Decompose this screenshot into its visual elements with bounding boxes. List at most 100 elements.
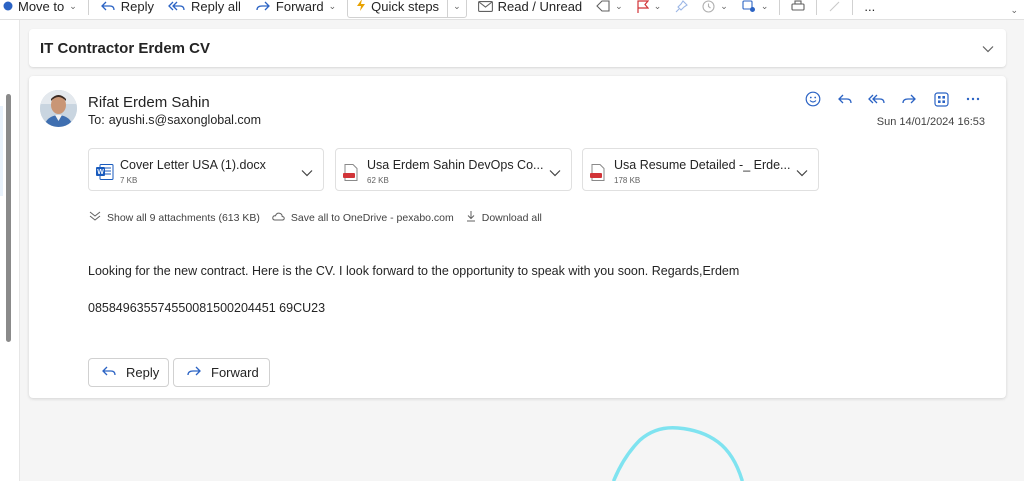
attachment-size: 7 KB xyxy=(120,176,138,185)
save-to-onedrive-link[interactable]: Save all to OneDrive - pexabo.com xyxy=(272,212,454,224)
reply-button[interactable]: Reply xyxy=(88,358,169,387)
envelope-icon xyxy=(477,0,493,12)
conversation-header: IT Contractor Erdem CV xyxy=(29,29,1006,67)
chevron-down-icon: ⌄ xyxy=(653,0,662,11)
attachment-card[interactable]: W Cover Letter USA (1).docx 7 KB xyxy=(88,148,324,191)
reply-icon[interactable] xyxy=(834,88,856,110)
emoji-react-icon[interactable] xyxy=(802,88,824,110)
attachment-name: Cover Letter USA (1).docx xyxy=(120,158,266,172)
reply-button-label: Reply xyxy=(126,365,160,380)
scribble-annotation xyxy=(612,426,744,481)
immersive-reader-button[interactable] xyxy=(821,0,848,19)
chevron-down-icon: ⌄ xyxy=(328,0,337,11)
message-code: 085849635574550081500204451 69CU23 xyxy=(88,301,326,315)
recipient-line: To: ayushi.s@saxonglobal.com xyxy=(88,113,261,127)
toolbar-divider xyxy=(779,0,781,15)
attachment-card[interactable]: Usa Erdem Sahin DevOps Co... 62 KB xyxy=(335,148,572,191)
toolbar-divider xyxy=(852,0,854,15)
attachment-card[interactable]: Usa Resume Detailed -_ Erde... 178 KB xyxy=(582,148,819,191)
collapse-chevron-icon[interactable] xyxy=(982,41,994,56)
reply-icon xyxy=(100,0,116,12)
attachment-name: Usa Erdem Sahin DevOps Co... xyxy=(367,158,544,172)
attachment-size: 178 KB xyxy=(614,176,641,185)
lightning-icon xyxy=(356,0,366,14)
more-label: ... xyxy=(864,0,876,14)
move-icon xyxy=(3,1,13,11)
download-all-label: Download all xyxy=(481,211,542,224)
scrollbar-thumb[interactable] xyxy=(6,94,11,342)
recipient-address[interactable]: ayushi.s@saxonglobal.com xyxy=(109,113,261,127)
move-to-button[interactable]: Move to ⌄ xyxy=(0,0,84,19)
show-all-attachments-link[interactable]: Show all 9 attachments (613 KB) xyxy=(89,211,260,224)
categorize-button[interactable]: ⌄ xyxy=(589,0,630,19)
more-actions-icon[interactable] xyxy=(962,88,984,110)
reply-icon xyxy=(101,365,117,380)
reply-label: Reply xyxy=(120,0,155,14)
chevron-down-icon[interactable] xyxy=(301,165,313,180)
avatar[interactable] xyxy=(40,90,77,127)
reply-all-toolbar-button[interactable]: Reply all xyxy=(161,0,248,19)
show-all-label: Show all 9 attachments (613 KB) xyxy=(107,211,260,224)
rules-button[interactable]: ⌄ xyxy=(735,0,776,19)
chevron-down-icon[interactable] xyxy=(796,165,808,180)
selected-item-highlight xyxy=(0,106,3,196)
message-body: Looking for the new contract. Here is th… xyxy=(88,264,740,278)
move-to-label: Move to xyxy=(18,0,65,14)
to-label: To: xyxy=(88,113,105,127)
chevron-down-icon: ⌄ xyxy=(760,0,769,11)
forward-button[interactable]: Forward xyxy=(173,358,270,387)
command-toolbar: Move to ⌄ Reply Reply all Forward ⌄ Quic… xyxy=(0,0,1024,20)
chevron-down-icon[interactable]: ⌄ xyxy=(448,1,466,12)
pdf-file-icon xyxy=(343,164,359,184)
reply-all-label: Reply all xyxy=(191,0,241,14)
pin-icon xyxy=(675,0,689,13)
more-options-button[interactable]: ... xyxy=(857,0,882,19)
svg-text:W: W xyxy=(97,169,104,176)
attachment-actions: Show all 9 attachments (613 KB) Save all… xyxy=(89,210,554,225)
word-file-icon: W xyxy=(96,164,114,183)
pin-button[interactable] xyxy=(668,0,695,19)
chevron-down-icon: ⌄ xyxy=(69,0,77,11)
cloud-icon xyxy=(272,212,285,224)
toolbar-divider xyxy=(87,0,89,15)
printer-icon xyxy=(791,0,805,13)
quick-steps-label: Quick steps xyxy=(371,0,440,14)
forward-button-label: Forward xyxy=(211,365,259,380)
toolbar-divider xyxy=(816,0,818,15)
snooze-button[interactable]: ⌄ xyxy=(695,0,735,19)
reply-toolbar-button[interactable]: Reply xyxy=(93,0,161,19)
sender-name[interactable]: Rifat Erdem Sahin xyxy=(88,94,210,111)
tag-icon xyxy=(596,0,610,12)
message-card: Rifat Erdem Sahin To: ayushi.s@saxongloba… xyxy=(29,76,1006,398)
forward-icon xyxy=(186,365,202,380)
pen-icon xyxy=(828,0,841,13)
reply-all-icon xyxy=(168,0,186,12)
chevron-down-icon: ⌄ xyxy=(720,0,728,11)
save-onedrive-label: Save all to OneDrive - pexabo.com xyxy=(290,211,454,224)
quick-steps-button[interactable]: Quick steps ⌄ xyxy=(347,0,467,18)
download-all-link[interactable]: Download all xyxy=(466,210,542,225)
attachment-size: 62 KB xyxy=(367,176,389,185)
read-unread-button[interactable]: Read / Unread xyxy=(471,0,590,19)
chevron-down-icon: ⌄ xyxy=(615,0,623,11)
print-button[interactable] xyxy=(784,0,812,19)
forward-label: Forward xyxy=(275,0,324,14)
subject-title: IT Contractor Erdem CV xyxy=(40,39,211,57)
expand-ribbon-chevron-icon[interactable]: ⌄ xyxy=(1010,0,1018,19)
sent-date: Sun 14/01/2024 16:53 xyxy=(876,116,985,128)
read-unread-label: Read / Unread xyxy=(497,0,583,14)
flag-button[interactable]: ⌄ xyxy=(630,0,669,19)
message-actions xyxy=(802,88,984,110)
double-chevron-down-icon xyxy=(89,211,101,224)
pdf-file-icon xyxy=(590,164,606,184)
reply-all-icon[interactable] xyxy=(866,88,888,110)
rules-icon xyxy=(742,0,756,13)
forward-icon xyxy=(255,0,271,12)
message-list-edge xyxy=(0,20,20,481)
forward-icon[interactable] xyxy=(898,88,920,110)
attachment-name: Usa Resume Detailed -_ Erde... xyxy=(614,158,791,172)
forward-toolbar-button[interactable]: Forward ⌄ xyxy=(248,0,343,19)
download-icon xyxy=(466,210,476,225)
chevron-down-icon[interactable] xyxy=(549,165,561,180)
apps-grid-icon[interactable] xyxy=(930,88,952,110)
